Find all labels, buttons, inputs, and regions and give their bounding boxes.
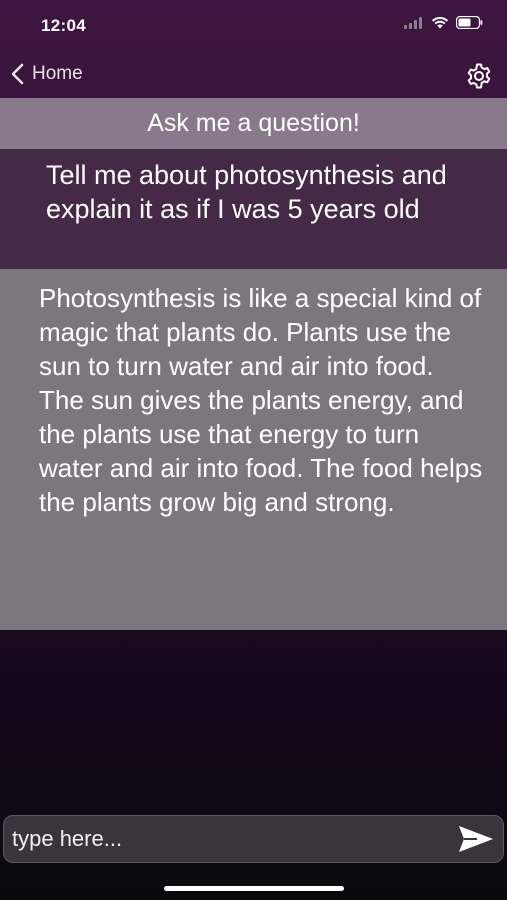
status-icons — [404, 16, 483, 29]
gear-icon — [467, 63, 491, 89]
header-banner: Ask me a question! — [0, 98, 507, 149]
bot-message-text: Photosynthesis is like a special kind of… — [39, 283, 483, 517]
battery-icon — [456, 16, 483, 29]
send-button[interactable] — [457, 824, 495, 854]
send-arrow-icon — [459, 826, 493, 852]
status-bar: 12:04 — [0, 0, 507, 50]
home-indicator — [164, 886, 344, 891]
cellular-signal-icon — [404, 16, 422, 29]
message-input-bar — [3, 815, 504, 863]
back-button-label: Home — [32, 63, 83, 84]
status-time: 12:04 — [41, 16, 86, 35]
user-message-text: Tell me about photosynthesis and explain… — [46, 160, 447, 224]
back-button[interactable]: Home — [10, 63, 83, 85]
navigation-bar: Home — [0, 50, 507, 98]
settings-button[interactable] — [465, 62, 493, 90]
message-input[interactable] — [12, 816, 442, 862]
wifi-icon — [431, 16, 449, 29]
header-title: Ask me a question! — [147, 109, 360, 137]
chevron-left-icon — [11, 63, 24, 85]
